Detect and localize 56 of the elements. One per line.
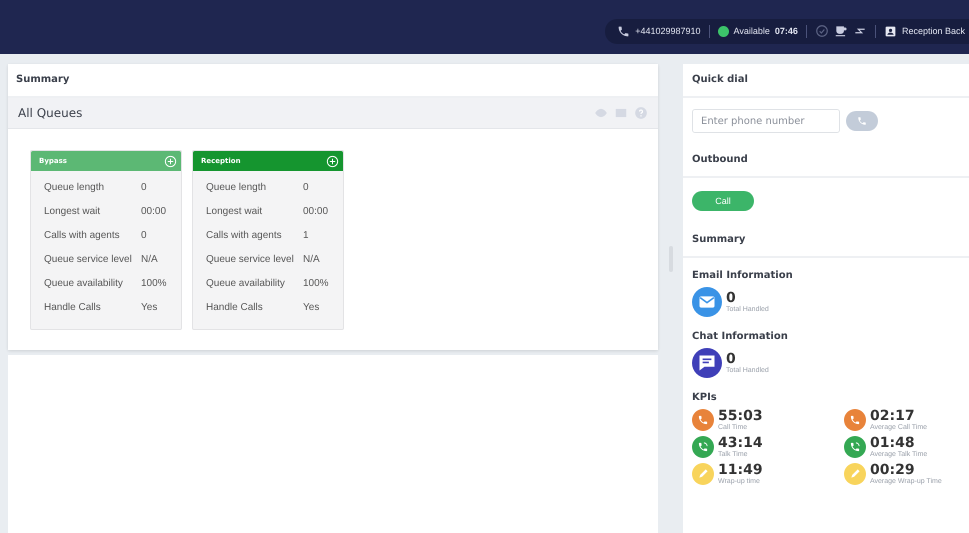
panel-title: All Queues — [18, 106, 82, 120]
contact-card-icon — [884, 24, 897, 38]
phone-icon — [617, 24, 630, 38]
section-title: KPIs — [692, 392, 718, 403]
email-icon — [692, 287, 722, 317]
phone-number: +441029987910 — [635, 26, 701, 36]
stat-label: Calls with agents — [206, 229, 283, 243]
stat-value: 0 — [303, 181, 310, 195]
stat-label: Calls with agents — [44, 229, 121, 243]
help-icon[interactable] — [634, 106, 648, 120]
stat-label: Queue length — [206, 181, 268, 195]
queue-name[interactable]: Reception Back — [902, 26, 965, 36]
check-circle-icon[interactable] — [814, 24, 829, 38]
stat-value: N/A — [141, 253, 159, 267]
stat-value: 00:00 — [141, 205, 168, 219]
stat-value: 0 — [141, 229, 148, 243]
stat-label: Queue availability — [206, 277, 286, 291]
stat-label: Queue service level — [44, 253, 133, 267]
section-title: Summary — [692, 234, 746, 245]
stat-label: Queue availability — [44, 277, 124, 291]
stat-label: Handle Calls — [44, 301, 102, 315]
stat-label: Handle Calls — [206, 301, 264, 315]
chat-icon — [692, 348, 722, 378]
section-title: Email Information — [692, 270, 794, 281]
kpi-value: 02:17 — [870, 409, 915, 424]
stat-value: N/A — [303, 253, 321, 267]
status-label[interactable]: Available — [734, 26, 770, 36]
dial-button[interactable] — [846, 111, 878, 131]
stat-value: 100% — [303, 277, 330, 291]
stat-label: Queue service level — [206, 253, 295, 267]
count-value: 0 — [726, 352, 736, 367]
kpi-value: 00:29 — [870, 463, 916, 478]
stat-value: 0 — [141, 181, 148, 195]
section-title: Outbound — [692, 154, 749, 165]
eye-icon[interactable] — [594, 106, 608, 120]
add-circle-icon[interactable] — [326, 154, 339, 168]
cup-icon[interactable] — [834, 24, 848, 38]
kpi-value: 01:48 — [870, 436, 915, 451]
stat-label: Longest wait — [206, 205, 264, 219]
stat-value: 00:00 — [303, 205, 330, 219]
kpi-value: 43:14 — [718, 436, 763, 451]
section-title: Quick dial — [692, 74, 749, 85]
kpi-value: 55:03 — [718, 409, 763, 424]
kpi-value: 11:49 — [718, 463, 763, 478]
stat-value: Yes — [303, 301, 320, 315]
stat-label: Queue length — [44, 181, 106, 195]
stat-value: 1 — [303, 229, 310, 243]
status-timer: 07:46 — [774, 26, 798, 36]
add-circle-icon[interactable] — [164, 154, 177, 168]
phone-input[interactable]: Enter phone number — [692, 109, 840, 133]
stat-value: 100% — [141, 277, 168, 291]
stat-label: Longest wait — [44, 205, 102, 219]
stat-value: Yes — [141, 301, 158, 315]
section-title: Chat Information — [692, 331, 789, 342]
phone-icon — [857, 116, 867, 126]
count-value: 0 — [726, 291, 736, 306]
